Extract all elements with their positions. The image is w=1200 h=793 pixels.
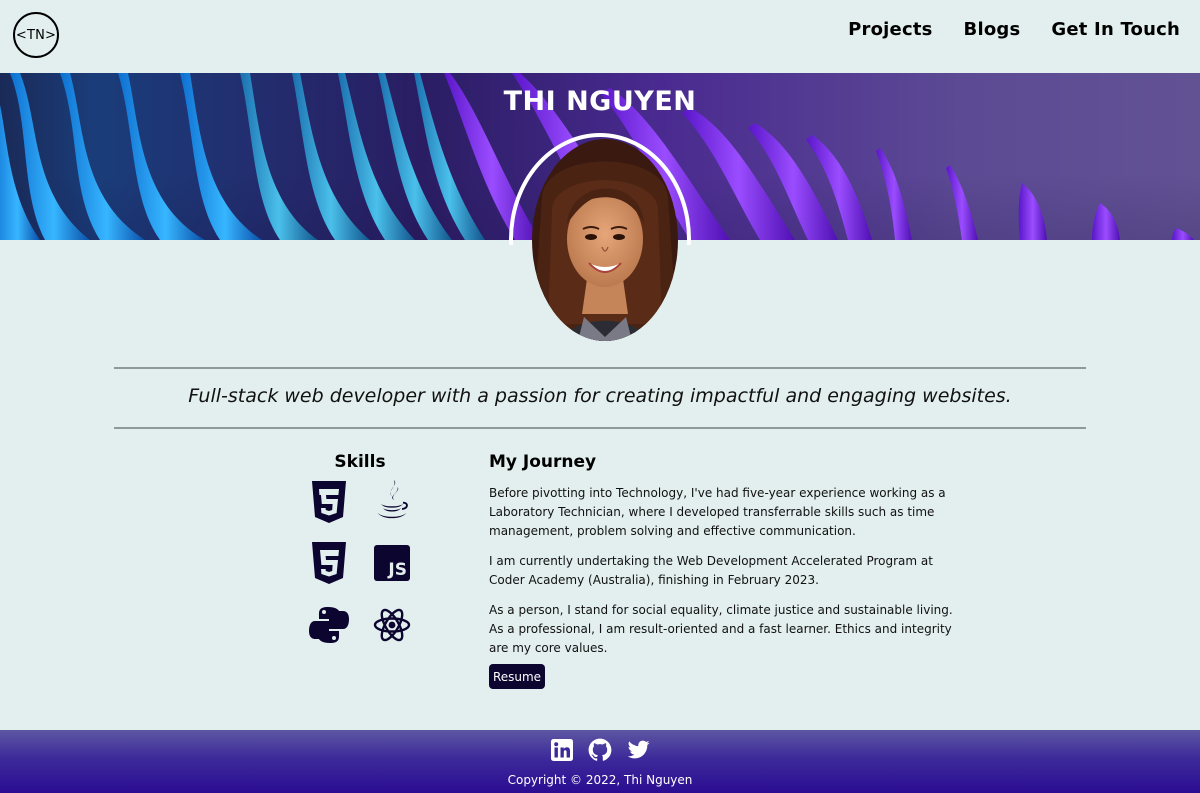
javascript-icon-label: JS <box>388 560 407 580</box>
python-icon <box>309 607 349 643</box>
logo-text: <TN> <box>15 27 57 43</box>
journey-heading: My Journey <box>489 452 597 472</box>
profile-avatar <box>532 139 678 341</box>
top-navigation-bar: <TN> Projects Blogs Get In Touch <box>0 0 1200 73</box>
site-footer: Copyright © 2022, Thi Nguyen <box>0 730 1200 793</box>
skills-heading: Skills <box>334 452 386 472</box>
tagline-top-divider <box>114 367 1086 369</box>
react-icon <box>373 608 411 642</box>
html5-icon <box>312 542 346 584</box>
tagline: Full-stack web developer with a passion … <box>188 385 1012 407</box>
twitter-icon[interactable] <box>626 738 650 762</box>
nav-link-get-in-touch[interactable]: Get In Touch <box>1051 19 1180 40</box>
journey-paragraph-3: As a person, I stand for social equality… <box>489 603 953 655</box>
nav-link-projects[interactable]: Projects <box>848 19 932 40</box>
resume-button[interactable]: Resume <box>489 664 545 689</box>
linkedin-icon[interactable] <box>550 738 574 762</box>
journey-paragraph-2: I am currently undertaking the Web Devel… <box>489 554 933 587</box>
hero-name: THI NGUYEN <box>503 86 697 117</box>
nav-link-blogs[interactable]: Blogs <box>964 19 1021 40</box>
javascript-icon: JS <box>374 545 410 581</box>
css3-icon <box>312 481 346 523</box>
main-nav: Projects Blogs Get In Touch <box>848 19 1180 40</box>
journey-paragraph-1: Before pivotting into Technology, I've h… <box>489 486 946 538</box>
site-logo[interactable]: <TN> <box>13 12 59 58</box>
github-icon[interactable] <box>588 738 612 762</box>
tagline-bottom-divider <box>114 427 1086 429</box>
copyright-text: Copyright © 2022, Thi Nguyen <box>507 773 693 787</box>
java-icon <box>377 479 408 519</box>
